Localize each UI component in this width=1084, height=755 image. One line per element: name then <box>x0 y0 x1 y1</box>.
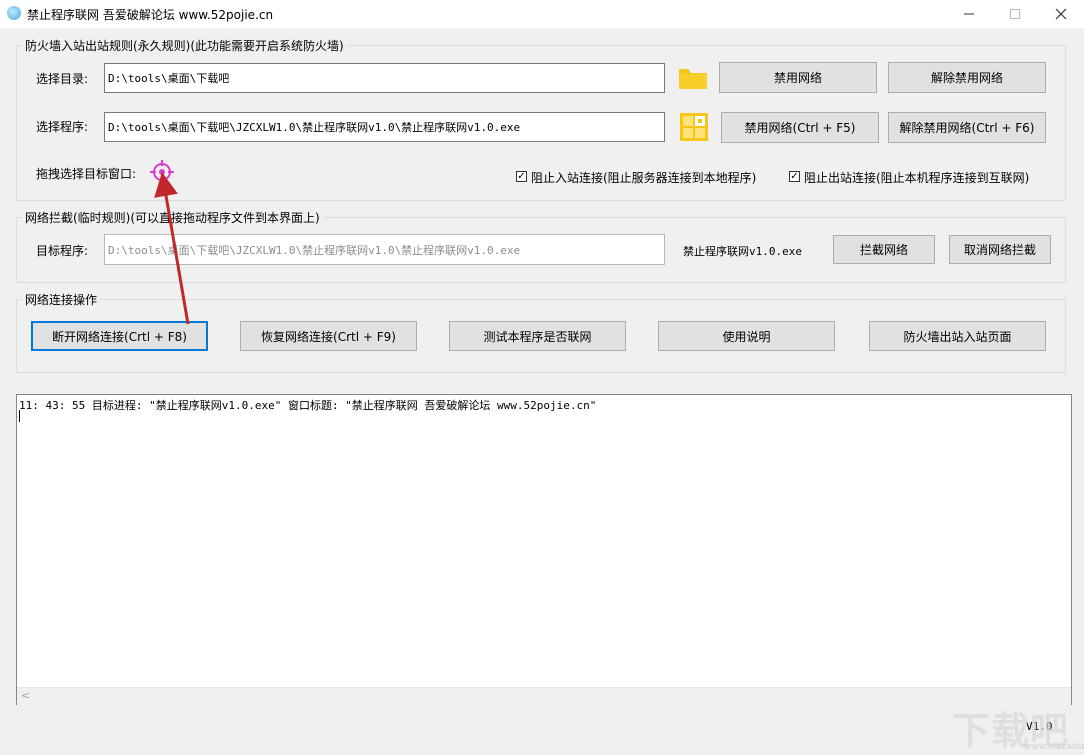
app-icon <box>7 6 21 20</box>
title-bar[interactable]: 禁止程序联网 吾爱破解论坛 www.52pojie.cn <box>0 0 1084 28</box>
program-input[interactable]: D:\tools\桌面\下载吧\JZCXLW1.0\禁止程序联网v1.0\禁止程… <box>104 112 665 142</box>
close-button[interactable] <box>1038 0 1084 28</box>
firewall-group-title: 防火墙入站出站规则(永久规则)(此功能需要开启系统防火墙) <box>22 37 347 54</box>
dir-input[interactable]: D:\tools\桌面\下载吧 <box>104 63 665 93</box>
cancel-intercept-button[interactable]: 取消网络拦截 <box>949 235 1051 264</box>
unblock-network-button[interactable]: 解除禁用网络 <box>888 62 1046 93</box>
horizontal-scrollbar[interactable]: < <box>17 687 1071 705</box>
outbound-checkbox[interactable]: ✓ <box>789 171 800 182</box>
minimize-button[interactable] <box>946 0 992 28</box>
test-connection-button[interactable]: 测试本程序是否联网 <box>449 321 626 351</box>
window-title: 禁止程序联网 吾爱破解论坛 www.52pojie.cn <box>27 8 274 22</box>
restore-network-button[interactable]: 恢复网络连接(Crtl + F9) <box>240 321 417 351</box>
minimize-icon <box>964 13 974 15</box>
maximize-button[interactable] <box>992 0 1038 28</box>
check-mark-icon: ✓ <box>790 170 799 182</box>
outbound-label[interactable]: 阻止出站连接(阻止本机程序连接到互联网) <box>804 169 1029 186</box>
inbound-checkbox[interactable]: ✓ <box>516 171 527 182</box>
folder-icon[interactable] <box>678 64 708 94</box>
block-network-hotkey-button[interactable]: 禁用网络(Ctrl + F5) <box>721 112 879 143</box>
text-caret <box>19 410 20 422</box>
scroll-left-icon[interactable]: < <box>21 689 30 702</box>
target-program-name: 禁止程序联网v1.0.exe <box>683 245 802 258</box>
select-program-label: 选择程序: <box>36 120 89 134</box>
unblock-network-hotkey-button[interactable]: 解除禁用网络(Ctrl + F6) <box>888 112 1046 143</box>
block-network-button[interactable]: 禁用网络 <box>719 62 877 93</box>
drag-target-label: 拖拽选择目标窗口: <box>36 167 137 181</box>
inbound-label[interactable]: 阻止入站连接(阻止服务器连接到本地程序) <box>531 169 756 186</box>
select-dir-label: 选择目录: <box>36 72 89 86</box>
firewall-page-button[interactable]: 防火墙出站入站页面 <box>869 321 1046 351</box>
close-icon <box>1055 8 1067 20</box>
log-textarea[interactable]: 11: 43: 55 目标进程: "禁止程序联网v1.0.exe" 窗口标题: … <box>16 394 1072 705</box>
check-mark-icon: ✓ <box>517 170 526 182</box>
intercept-button[interactable]: 拦截网络 <box>833 235 935 264</box>
watermark-url: www.xiazaiba.com <box>1024 742 1084 752</box>
maximize-icon <box>1010 9 1020 19</box>
network-ops-group-title: 网络连接操作 <box>22 291 101 308</box>
app-select-icon[interactable] <box>680 113 708 144</box>
manual-button[interactable]: 使用说明 <box>658 321 835 351</box>
annotation-arrow <box>154 172 190 325</box>
log-line: 11: 43: 55 目标进程: "禁止程序联网v1.0.exe" 窗口标题: … <box>19 399 597 412</box>
target-program-label: 目标程序: <box>36 244 89 258</box>
